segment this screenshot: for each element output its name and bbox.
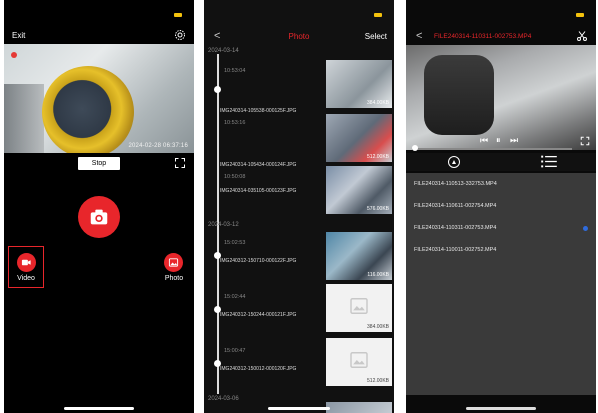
scissors-icon[interactable]	[576, 30, 588, 42]
exit-button[interactable]: Exit	[12, 31, 25, 40]
date-header: 2024-03-14	[208, 48, 239, 54]
photo-thumbnail[interactable]: 576.00KB	[326, 166, 392, 214]
photo-icon	[168, 258, 179, 267]
video-mode-label: Video	[17, 275, 35, 282]
item-time: 15:02:44	[224, 294, 246, 300]
progress-track[interactable]	[412, 148, 572, 150]
list-item[interactable]: FILE240314-110011-002752.MP4	[414, 247, 496, 253]
photo-thumbnail[interactable]: 512.00KB	[326, 338, 392, 386]
recording-indicator	[11, 52, 17, 58]
home-indicator	[466, 407, 536, 410]
page-title: FILE240314-110311-002753.MP4	[434, 33, 532, 40]
fast-forward-icon[interactable]: ⏭	[510, 135, 518, 146]
file-size: 576.00KB	[367, 206, 389, 212]
item-time: 10:53:04	[224, 68, 246, 74]
file-size: 384.00KB	[367, 324, 389, 330]
video-playback-screen: < FILE240314-110311-002753.MP4 ⏮ ⏸ ⏭ FIL…	[406, 0, 596, 413]
image-placeholder-icon	[350, 298, 368, 314]
video-timestamp: 2024-02-28 06:37:16	[128, 143, 188, 149]
file-size: 116.00KB	[367, 272, 389, 278]
rewind-icon[interactable]: ⏮	[480, 135, 488, 146]
file-size: 512.00KB	[367, 378, 389, 384]
fullscreen-icon[interactable]	[580, 136, 590, 146]
item-time: 10:53:16	[224, 120, 246, 126]
photo-thumbnail[interactable]: 384.00KB	[326, 284, 392, 332]
selected-indicator	[583, 226, 588, 231]
video-mode-circle	[17, 253, 36, 272]
list-item[interactable]: FILE240314-110513-332753.MP4	[414, 181, 497, 187]
video-scene-object	[424, 55, 494, 135]
item-filename[interactable]: IMG240314-105538-000125F.JPG	[220, 108, 296, 114]
item-filename[interactable]: IMG240312-150710-000122F.JPG	[220, 258, 296, 264]
video-camera-icon	[21, 259, 31, 266]
photo-thumbnail[interactable]: 384.00KB	[326, 60, 392, 108]
video-mode-button[interactable]: Video	[8, 246, 44, 288]
battery-icon	[174, 13, 182, 17]
photo-list[interactable]: 2024-03-14 10:53:04 IMG240314-105538-000…	[204, 44, 394, 413]
live-video-feed[interactable]: 2024-02-28 06:37:16	[4, 44, 194, 153]
capture-button[interactable]	[78, 196, 120, 238]
timeline-line	[217, 54, 219, 234]
home-indicator	[64, 407, 134, 410]
tab-bar	[406, 153, 596, 171]
home-indicator	[268, 407, 330, 410]
item-time: 10:50:08	[224, 174, 246, 180]
photo-list-screen: < Photo Select 2024-03-14 10:53:04 IMG24…	[204, 0, 394, 413]
photo-thumbnail[interactable]: 512.00KB	[326, 114, 392, 162]
list-icon[interactable]	[541, 155, 557, 168]
list-item[interactable]: FILE240314-110611-002754.MP4	[414, 203, 496, 209]
photo-mode-label: Photo	[164, 275, 184, 282]
photo-mode-button[interactable]: Photo	[156, 247, 192, 289]
upload-icon[interactable]	[448, 156, 460, 168]
expand-icon[interactable]	[174, 157, 186, 169]
item-filename[interactable]: IMG240312-150244-000121F.JPG	[220, 312, 296, 318]
file-size: 384.00KB	[367, 100, 389, 106]
gear-icon[interactable]	[174, 29, 186, 41]
select-button[interactable]: Select	[365, 32, 387, 41]
item-filename[interactable]: IMG240314-035105-000123F.JPG	[220, 188, 296, 194]
photo-thumbnail[interactable]	[326, 402, 392, 413]
video-file-list[interactable]: FILE240314-110513-332753.MP4 FILE240314-…	[406, 173, 596, 395]
stop-button[interactable]: Stop	[78, 157, 120, 170]
camera-icon	[90, 209, 108, 225]
item-time: 15:02:53	[224, 240, 246, 246]
progress-knob[interactable]	[412, 145, 418, 151]
video-player[interactable]: ⏮ ⏸ ⏭	[406, 45, 596, 150]
battery-icon	[374, 13, 382, 17]
item-filename[interactable]: IMG240314-105434-000124F.JPG	[220, 162, 296, 168]
image-placeholder-icon	[350, 352, 368, 368]
photo-thumbnail[interactable]: 116.00KB	[326, 232, 392, 280]
video-scene-wall	[4, 84, 44, 153]
item-time: 15:00:47	[224, 348, 246, 354]
item-filename[interactable]: IMG240312-150012-000120F.JPG	[220, 366, 296, 372]
back-button[interactable]: <	[416, 30, 422, 42]
live-view-screen: Exit 2024-02-28 06:37:16 Stop Video Phot…	[4, 0, 194, 413]
date-header: 2024-03-06	[208, 396, 239, 402]
list-item[interactable]: FILE240314-110311-002753.MP4	[414, 225, 496, 231]
date-header: 2024-03-12	[208, 222, 239, 228]
pause-icon[interactable]: ⏸	[496, 135, 501, 146]
timeline-dot	[214, 86, 221, 93]
video-scene-object	[30, 54, 146, 153]
file-size: 512.00KB	[367, 154, 389, 160]
photo-mode-circle	[164, 253, 183, 272]
battery-icon	[576, 13, 584, 17]
